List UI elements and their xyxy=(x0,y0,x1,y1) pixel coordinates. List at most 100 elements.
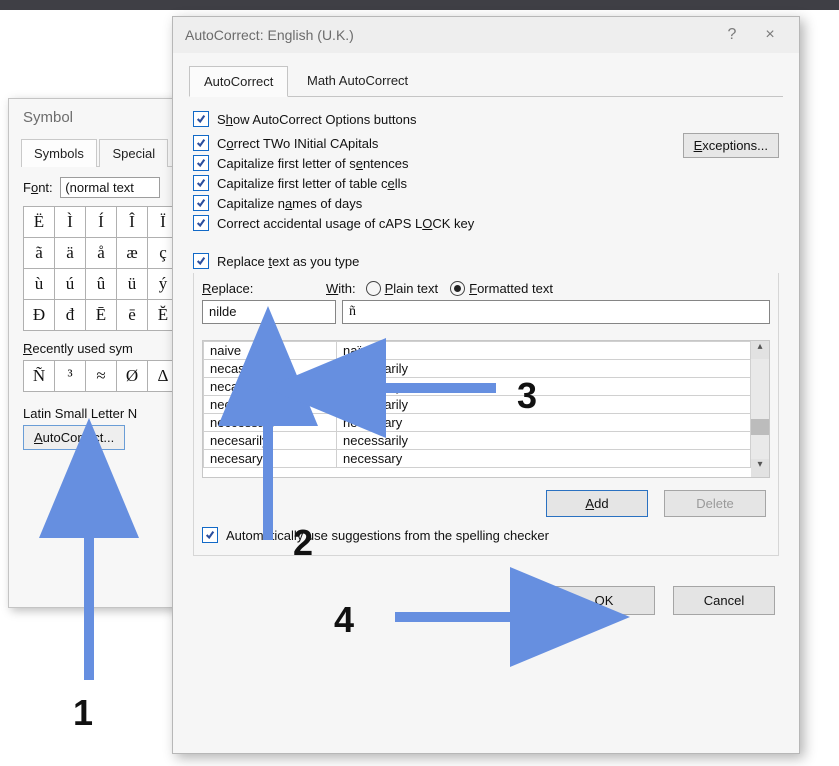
autocorrect-table: naivenaïve necassarilynecessarily necass… xyxy=(203,341,751,468)
list-with: necessarily xyxy=(337,432,751,450)
table-row[interactable]: necesarynecessary xyxy=(204,450,751,468)
chk-capitalize-days-label: Capitalize names of days xyxy=(217,196,362,211)
chk-show-options[interactable]: Show AutoCorrect Options buttons xyxy=(193,111,779,127)
symbol-grid: Ë Ì Í Î Ï ã ä å æ ç ù ú û ü ý Đ xyxy=(23,206,179,331)
checkbox-icon xyxy=(193,155,209,171)
help-button[interactable]: ? xyxy=(713,26,751,44)
glyph-cell[interactable]: ã xyxy=(24,238,55,269)
chk-two-initial-caps[interactable]: Correct TWo INitial CApitals xyxy=(193,135,675,151)
table-row[interactable]: naivenaïve xyxy=(204,342,751,360)
font-combo[interactable]: (normal text xyxy=(60,177,160,198)
table-row[interactable]: neccessarilynecessarily xyxy=(204,396,751,414)
list-with: necessarily xyxy=(337,396,751,414)
glyph-cell[interactable]: ē xyxy=(117,300,148,331)
chk-replace-as-you-type-label: Replace text as you type xyxy=(217,254,359,269)
add-button[interactable]: Add xyxy=(546,490,648,517)
glyph-cell[interactable]: ü xyxy=(117,269,148,300)
glyph-cell[interactable]: ä xyxy=(55,238,86,269)
tab-autocorrect[interactable]: AutoCorrect xyxy=(189,66,288,97)
checkbox-icon xyxy=(193,175,209,191)
recent-glyph-cell[interactable]: Ñ xyxy=(24,361,55,392)
chk-capitalize-days[interactable]: Capitalize names of days xyxy=(193,195,675,211)
list-replace: necassarily xyxy=(204,360,337,378)
tab-special-characters[interactable]: Special xyxy=(99,139,168,167)
glyph-cell[interactable]: æ xyxy=(117,238,148,269)
list-with: naïve xyxy=(337,342,751,360)
recent-grid: Ñ ³ ≈ Ø Δ xyxy=(23,360,179,392)
glyph-cell[interactable]: Î xyxy=(117,207,148,238)
annotation-number-4: 4 xyxy=(334,599,354,641)
list-with: necessarily xyxy=(337,360,751,378)
radio-icon xyxy=(366,281,381,296)
recent-glyph-cell[interactable]: ³ xyxy=(55,361,86,392)
ok-button[interactable]: OK xyxy=(553,586,655,615)
list-scrollbar[interactable]: ▴ ▾ xyxy=(751,341,769,477)
autocorrect-titlebar: AutoCorrect: English (U.K.) ? × xyxy=(173,17,799,53)
table-row[interactable]: necassarilynecessarily xyxy=(204,360,751,378)
recent-glyph-cell[interactable]: ≈ xyxy=(86,361,117,392)
recent-glyph-cell[interactable]: Ø xyxy=(117,361,148,392)
checkbox-icon xyxy=(202,527,218,543)
with-label: With: xyxy=(326,281,356,296)
chk-first-letter-cells[interactable]: Capitalize first letter of table cells xyxy=(193,175,675,191)
close-button[interactable]: × xyxy=(751,26,789,44)
radio-formatted-text[interactable]: Formatted text xyxy=(450,281,553,296)
glyph-cell[interactable]: ú xyxy=(55,269,86,300)
glyph-cell[interactable]: Ē xyxy=(86,300,117,331)
autocorrect-title: AutoCorrect: English (U.K.) xyxy=(185,27,713,43)
autocorrect-tabs: AutoCorrect Math AutoCorrect xyxy=(189,65,783,97)
list-with: necessary xyxy=(337,378,751,396)
scroll-thumb[interactable] xyxy=(751,419,769,435)
chk-caps-lock[interactable]: Correct accidental usage of cAPS LOCK ke… xyxy=(193,215,675,231)
chk-use-spellcheck-suggestions-label: Automatically use suggestions from the s… xyxy=(226,528,549,543)
chk-use-spellcheck-suggestions[interactable]: Automatically use suggestions from the s… xyxy=(202,527,770,543)
tab-math-autocorrect[interactable]: Math AutoCorrect xyxy=(292,65,423,96)
radio-plain-text[interactable]: Plain text xyxy=(366,281,438,296)
with-input[interactable]: ñ xyxy=(342,300,770,324)
table-row[interactable]: necassarynecessary xyxy=(204,378,751,396)
replace-input[interactable]: nilde xyxy=(202,300,336,324)
replace-section: Replace: With: Plain text Formatted text… xyxy=(193,273,779,556)
glyph-cell[interactable]: û xyxy=(86,269,117,300)
checkbox-icon xyxy=(193,253,209,269)
exceptions-button[interactable]: Exceptions... xyxy=(683,133,779,158)
table-row[interactable]: necesarilynecessarily xyxy=(204,432,751,450)
chk-first-letter-sentences-label: Capitalize first letter of sentences xyxy=(217,156,409,171)
list-with: necessary xyxy=(337,414,751,432)
autocorrect-dialog: AutoCorrect: English (U.K.) ? × AutoCorr… xyxy=(172,16,800,754)
annotation-number-1: 1 xyxy=(73,692,93,734)
checkbox-icon xyxy=(193,195,209,211)
list-replace: neccessary xyxy=(204,414,337,432)
glyph-cell[interactable]: å xyxy=(86,238,117,269)
scroll-up-icon[interactable]: ▴ xyxy=(751,341,769,359)
chk-caps-lock-label: Correct accidental usage of cAPS LOCK ke… xyxy=(217,216,474,231)
list-with: necessary xyxy=(337,450,751,468)
checkbox-icon xyxy=(193,215,209,231)
font-label: Font: xyxy=(23,180,53,195)
autocorrect-list: naivenaïve necassarilynecessarily necass… xyxy=(202,340,770,478)
radio-formatted-text-label: Formatted text xyxy=(469,281,553,296)
list-replace: necassary xyxy=(204,378,337,396)
radio-icon xyxy=(450,281,465,296)
checkbox-icon xyxy=(193,111,209,127)
glyph-cell[interactable]: ù xyxy=(24,269,55,300)
annotation-number-3: 3 xyxy=(517,375,537,417)
app-top-strip xyxy=(0,0,839,10)
glyph-cell[interactable]: Ì xyxy=(55,207,86,238)
autocorrect-button[interactable]: AutoCorrect... xyxy=(23,425,125,450)
list-replace: necesarily xyxy=(204,432,337,450)
glyph-cell[interactable]: đ xyxy=(55,300,86,331)
delete-button[interactable]: Delete xyxy=(664,490,766,517)
chk-replace-as-you-type[interactable]: Replace text as you type xyxy=(193,253,779,269)
glyph-cell[interactable]: Đ xyxy=(24,300,55,331)
chk-first-letter-sentences[interactable]: Capitalize first letter of sentences xyxy=(193,155,675,171)
tab-symbols[interactable]: Symbols xyxy=(21,139,97,167)
annotation-number-2: 2 xyxy=(293,522,313,564)
scroll-down-icon[interactable]: ▾ xyxy=(751,459,769,477)
list-replace: necesary xyxy=(204,450,337,468)
glyph-cell[interactable]: Ë xyxy=(24,207,55,238)
radio-plain-text-label: Plain text xyxy=(385,281,438,296)
cancel-button[interactable]: Cancel xyxy=(673,586,775,615)
glyph-cell[interactable]: Í xyxy=(86,207,117,238)
table-row[interactable]: neccessarynecessary xyxy=(204,414,751,432)
